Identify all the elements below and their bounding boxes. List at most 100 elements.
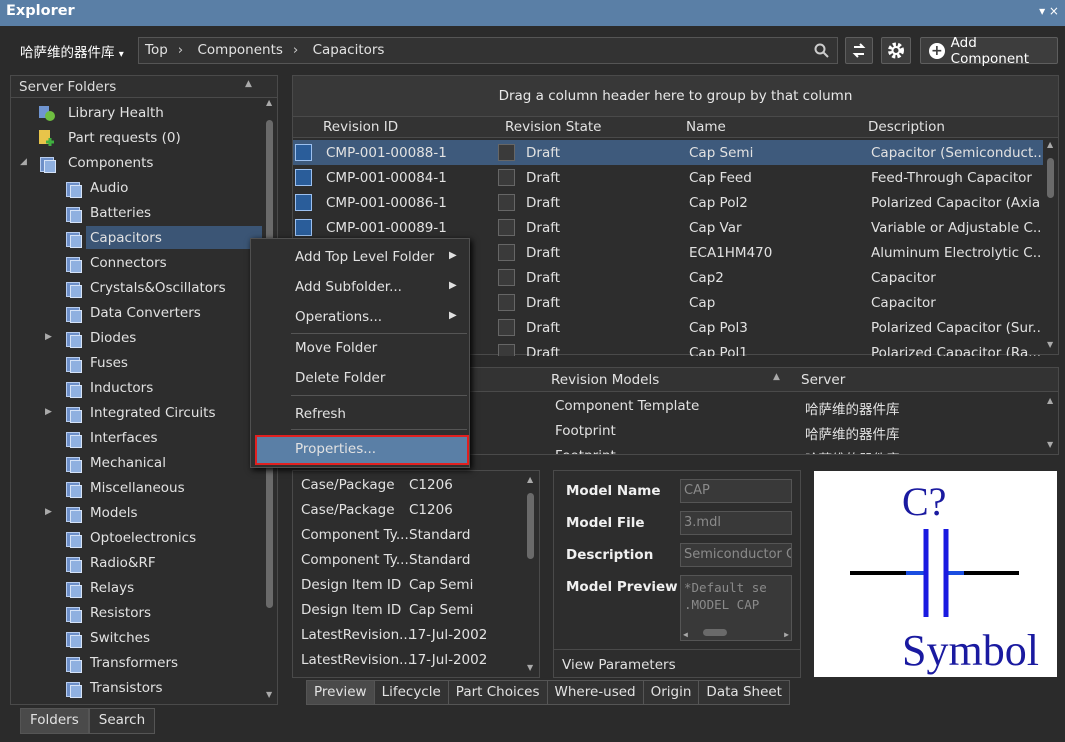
col-revision-models[interactable]: Revision Models: [551, 372, 659, 388]
add-component-button[interactable]: + Add Component: [920, 35, 1058, 67]
table-row[interactable]: CMP-001-00088-1 Draft Cap Semi Capacitor (S…: [293, 140, 1043, 165]
menu-add-subfolder[interactable]: Add Subfolder...: [295, 279, 402, 295]
tree-item-folder[interactable]: Interfaces: [64, 425, 157, 450]
tab-folders[interactable]: Folders: [20, 708, 89, 734]
scroll-down-icon[interactable]: ▼: [527, 663, 533, 672]
tree-item-folder[interactable]: Fuses: [64, 350, 128, 375]
breadcrumb-top[interactable]: Top: [145, 42, 168, 58]
tab-lifecycle[interactable]: Lifecycle: [373, 680, 449, 705]
table-row[interactable]: CMP-001-00089-1 Draft Cap Var Variable or A…: [293, 215, 1043, 240]
col-description[interactable]: Description: [868, 119, 945, 135]
row-checkbox[interactable]: [498, 269, 515, 286]
model-file-field[interactable]: 3.mdl: [680, 511, 792, 535]
menu-move-folder[interactable]: Move Folder: [295, 340, 377, 356]
breadcrumb[interactable]: Top › Components › Capacitors: [138, 37, 838, 64]
row-checkbox[interactable]: [498, 144, 515, 161]
tree-item-folder[interactable]: Mechanical: [64, 450, 166, 475]
tree-item-folder[interactable]: Resistors: [64, 600, 151, 625]
scroll-down-icon[interactable]: ▼: [266, 690, 272, 699]
expand-icon[interactable]: ▶: [45, 407, 52, 417]
window-controls[interactable]: ▾ ×: [1039, 4, 1059, 18]
refresh-button[interactable]: [845, 37, 873, 64]
tree-item-folder[interactable]: Data Converters: [64, 300, 201, 325]
library-selector[interactable]: 哈萨维的器件库 ▾: [20, 41, 124, 61]
scroll-up-icon[interactable]: ▲: [1047, 140, 1053, 149]
col-name[interactable]: Name: [686, 119, 726, 135]
tab-part-choices[interactable]: Part Choices: [447, 680, 548, 705]
menu-refresh[interactable]: Refresh: [295, 406, 346, 422]
expand-icon[interactable]: ▶: [45, 507, 52, 517]
model-preview-box[interactable]: *Default se .MODEL CAP ◀ ▶: [680, 575, 792, 641]
models-scrollbar[interactable]: ▲ ▼: [1045, 394, 1057, 454]
row-checkbox[interactable]: [498, 319, 515, 336]
tab-where-used[interactable]: Where-used: [546, 680, 644, 705]
folder-icon: [64, 554, 82, 573]
tree-item-part-requests[interactable]: Part requests (0): [38, 125, 181, 150]
tree-item-components[interactable]: Components: [38, 150, 153, 175]
tab-preview[interactable]: Preview: [306, 680, 375, 705]
scroll-left-icon[interactable]: ◀: [683, 630, 688, 639]
tree-item-folder[interactable]: Miscellaneous: [64, 475, 185, 500]
tab-search[interactable]: Search: [88, 708, 156, 734]
tree-item-folder[interactable]: Radio&RF: [64, 550, 156, 575]
scroll-up-icon[interactable]: ▲: [527, 475, 533, 484]
scroll-up-icon[interactable]: ▲: [1047, 396, 1053, 405]
tab-origin[interactable]: Origin: [642, 680, 700, 705]
breadcrumb-components[interactable]: Components: [197, 42, 282, 58]
model-name-field[interactable]: CAP: [680, 479, 792, 503]
tree-item-folder[interactable]: Switches: [64, 625, 150, 650]
tree-item-folder[interactable]: Crystals&Oscillators: [64, 275, 226, 300]
col-revision-state[interactable]: Revision State: [505, 119, 601, 135]
menu-operations[interactable]: Operations...: [295, 309, 382, 325]
tree-item-library-health[interactable]: Library Health: [38, 100, 164, 125]
row-checkbox[interactable]: [498, 194, 515, 211]
row-checkbox[interactable]: [498, 294, 515, 311]
grid-scrollbar[interactable]: ▲ ▼: [1045, 140, 1057, 354]
row-checkbox[interactable]: [498, 244, 515, 261]
scroll-up-icon[interactable]: ▲: [266, 98, 272, 107]
table-row[interactable]: CMP-001-00086-1 Draft Cap Pol2 Polarized Ca…: [293, 190, 1043, 215]
tree-item-folder[interactable]: Optoelectronics: [64, 525, 196, 550]
menu-delete-folder[interactable]: Delete Folder: [295, 370, 385, 386]
scroll-right-icon[interactable]: ▶: [784, 626, 789, 640]
row-checkbox[interactable]: [498, 219, 515, 236]
preview-hscrollbar[interactable]: ◀ ▶: [683, 626, 789, 640]
tree-item-folder[interactable]: Diodes: [64, 325, 136, 350]
tree-item-folder[interactable]: Transformers: [64, 650, 178, 675]
model-row[interactable]: Footprint: [555, 423, 616, 439]
tab-data-sheet[interactable]: Data Sheet: [698, 680, 790, 705]
tree-item-folder[interactable]: Transistors: [64, 675, 163, 700]
server-folders-header[interactable]: Server Folders ▲: [11, 76, 277, 98]
tree-item-folder[interactable]: Relays: [64, 575, 134, 600]
scroll-down-icon[interactable]: ▼: [1047, 440, 1053, 449]
tree-item-folder[interactable]: Batteries: [64, 200, 151, 225]
tree-item-folder[interactable]: Audio: [64, 175, 128, 200]
scroll-thumb[interactable]: [1047, 158, 1054, 198]
search-icon[interactable]: [814, 43, 829, 58]
view-parameters-link[interactable]: View Parameters: [562, 657, 676, 673]
scroll-thumb[interactable]: [527, 493, 534, 559]
tree-item-folder[interactable]: Models: [64, 500, 138, 525]
col-server[interactable]: Server: [801, 372, 845, 388]
expand-icon[interactable]: ▶: [45, 332, 52, 342]
col-revision-id[interactable]: Revision ID: [323, 119, 398, 135]
description-field[interactable]: Semiconductor Ca: [680, 543, 792, 567]
tree-item-folder[interactable]: Capacitors: [64, 225, 162, 250]
tree-item-folder[interactable]: Integrated Circuits: [64, 400, 215, 425]
scroll-down-icon[interactable]: ▼: [1047, 340, 1053, 349]
model-row[interactable]: Component Template: [555, 398, 699, 414]
table-row[interactable]: CMP-001-00084-1 Draft Cap Feed Feed-Through…: [293, 165, 1043, 190]
settings-button[interactable]: [881, 37, 911, 64]
group-by-area[interactable]: Drag a column header here to group by th…: [293, 76, 1058, 116]
params-scrollbar[interactable]: ▲ ▼: [525, 475, 537, 675]
menu-properties[interactable]: Properties...: [255, 435, 469, 465]
row-checkbox[interactable]: [498, 169, 515, 186]
tree-item-folder[interactable]: Connectors: [64, 250, 167, 275]
scroll-thumb[interactable]: [703, 629, 727, 636]
collapse-icon[interactable]: ◢: [20, 157, 27, 167]
breadcrumb-capacitors[interactable]: Capacitors: [313, 42, 385, 58]
menu-add-top-level-folder[interactable]: Add Top Level Folder: [295, 249, 434, 265]
tree-item-folder[interactable]: Inductors: [64, 375, 153, 400]
row-checkbox[interactable]: [498, 344, 515, 356]
model-row[interactable]: Footprint: [555, 448, 616, 454]
